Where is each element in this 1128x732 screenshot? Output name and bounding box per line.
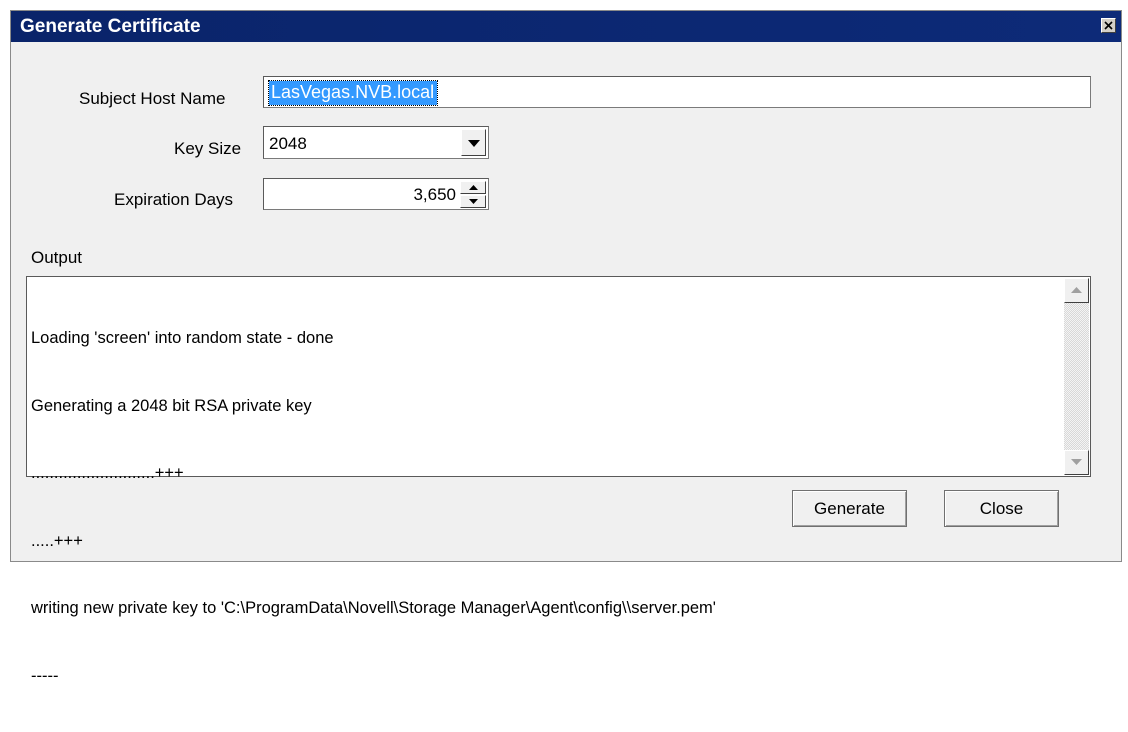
output-line: Loading 'screen' into random state - don… (31, 329, 334, 347)
scroll-down-button[interactable] (1064, 450, 1089, 475)
expiration-days-stepper[interactable]: 3,650 (263, 178, 489, 210)
output-label: Output (31, 248, 83, 267)
key-size-select[interactable]: 2048 (263, 126, 489, 159)
scroll-up-icon (1071, 287, 1082, 293)
subject-host-name-value: LasVegas.NVB.local (267, 80, 439, 106)
generate-button[interactable]: Generate (792, 490, 907, 527)
output-textarea[interactable]: Loading 'screen' into random state - don… (26, 276, 1091, 685)
subject-host-name-label: Subject Host Name (79, 89, 226, 108)
title-bar[interactable]: Generate Certificate (11, 11, 1121, 42)
key-size-label: Key Size (174, 139, 242, 158)
output-scrollbar[interactable] (1064, 278, 1089, 475)
spin-down-button[interactable] (460, 195, 486, 208)
output-line: .....+++ (31, 531, 83, 550)
close-icon (1104, 21, 1113, 30)
key-size-dropdown-button[interactable] (461, 129, 486, 156)
output-line: Generating a 2048 bit RSA private key (31, 396, 312, 415)
close-button[interactable]: Close (944, 490, 1059, 527)
output-line: ...........................+++ (31, 464, 184, 482)
scroll-up-button[interactable] (1064, 278, 1089, 303)
expiration-days-spinner (460, 181, 486, 208)
close-window-button[interactable] (1101, 18, 1116, 33)
key-size-value: 2048 (269, 134, 307, 153)
expiration-days-label: Expiration Days (114, 190, 234, 209)
chevron-down-icon (468, 140, 480, 147)
output-line: ----- (31, 666, 59, 685)
output-line: writing new private key to 'C:\ProgramDa… (31, 599, 716, 617)
spin-up-icon (469, 185, 478, 190)
spin-down-icon (469, 199, 478, 204)
window-title: Generate Certificate (20, 16, 201, 37)
scroll-down-icon (1071, 459, 1082, 465)
subject-host-name-input[interactable]: LasVegas.NVB.local (263, 76, 1091, 108)
spin-up-button[interactable] (460, 181, 486, 194)
expiration-days-value: 3,650 (413, 185, 456, 204)
